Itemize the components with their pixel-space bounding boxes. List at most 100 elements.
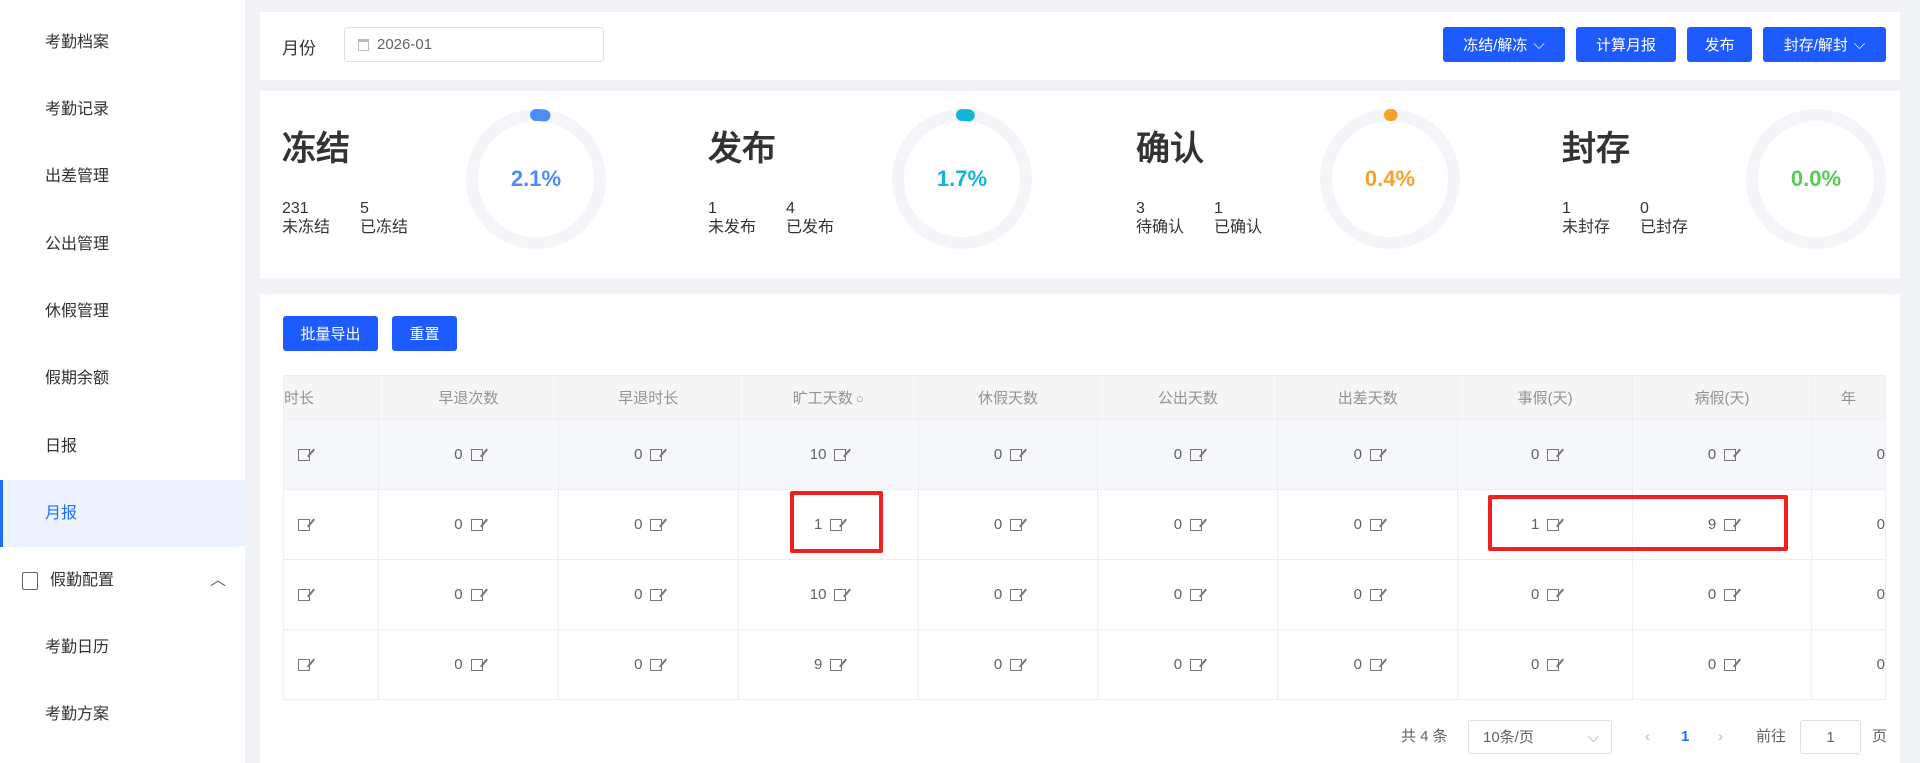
- edit-icon[interactable]: [1547, 659, 1560, 672]
- edit-icon[interactable]: [470, 589, 483, 602]
- sidebar-item[interactable]: 考勤日历: [0, 614, 245, 681]
- cell-value: 0: [993, 446, 1003, 463]
- edit-icon[interactable]: [1724, 519, 1737, 532]
- edit-icon[interactable]: [1547, 519, 1560, 532]
- sidebar-item[interactable]: 休假管理: [0, 278, 245, 345]
- edit-icon[interactable]: [298, 589, 310, 602]
- edit-icon[interactable]: [1010, 659, 1023, 672]
- table-cell: 0: [1632, 559, 1812, 630]
- table-cell: 9: [737, 629, 919, 700]
- label: 冻结/解冻: [1463, 37, 1528, 54]
- sidebar-item[interactable]: 月报: [0, 480, 245, 547]
- edit-icon[interactable]: [834, 589, 847, 602]
- month-picker[interactable]: 2026-01: [344, 27, 604, 62]
- edit-icon[interactable]: [1010, 589, 1023, 602]
- label: 封存/解封: [1783, 37, 1848, 54]
- edit-icon[interactable]: [1547, 589, 1560, 602]
- edit-icon[interactable]: [1547, 449, 1560, 462]
- edit-icon[interactable]: [1724, 659, 1737, 672]
- sidebar-item[interactable]: 考勤记录: [0, 76, 245, 143]
- table-row: 0 0 9 0 0 0 0 0 0: [283, 629, 1886, 700]
- freeze-dropdown-button[interactable]: 冻结/解冻 ⌵: [1443, 27, 1565, 62]
- table-cell: 0: [917, 419, 1099, 490]
- cell-value: 0: [1173, 586, 1183, 603]
- edit-icon[interactable]: [470, 519, 483, 532]
- edit-icon[interactable]: [1190, 449, 1203, 462]
- sidebar-item[interactable]: 考勤档案: [0, 9, 245, 76]
- column-header: 病假(天): [1632, 375, 1812, 420]
- edit-icon[interactable]: [1190, 519, 1203, 532]
- header-label: 早退时长: [618, 390, 679, 407]
- edit-icon[interactable]: [470, 659, 483, 672]
- page-size-select[interactable]: 10条/页 ⌵: [1468, 720, 1612, 754]
- sidebar-item[interactable]: 考勤方案: [0, 681, 245, 748]
- reset-button[interactable]: 重置: [392, 316, 457, 351]
- table-cell: 0: [1810, 419, 1886, 490]
- edit-icon[interactable]: [650, 519, 663, 532]
- edit-icon[interactable]: [834, 449, 847, 462]
- cell-value: 0: [454, 446, 463, 463]
- edit-icon[interactable]: [1369, 449, 1382, 462]
- next-page-icon[interactable]: ›: [1718, 720, 1723, 754]
- edit-icon[interactable]: [298, 449, 310, 462]
- progress-ring: 0.4%: [1315, 104, 1465, 254]
- stat-label: 未封存: [1562, 219, 1611, 236]
- table-cell: 0: [917, 629, 1099, 700]
- edit-icon[interactable]: [650, 589, 663, 602]
- search-icon[interactable]: ○: [856, 391, 864, 406]
- cell-value: 0: [634, 516, 643, 533]
- edit-icon[interactable]: [1190, 659, 1203, 672]
- sidebar-item[interactable]: 出差管理: [0, 143, 245, 210]
- table-cell: 0: [1810, 489, 1886, 560]
- edit-icon[interactable]: [470, 449, 483, 462]
- sidebar-group-leave-config[interactable]: 假勤配置 ︿: [0, 547, 245, 614]
- stat-percent: 2.1%: [510, 166, 562, 191]
- edit-icon[interactable]: [1369, 519, 1382, 532]
- edit-icon[interactable]: [830, 659, 843, 672]
- sidebar: 考勤档案 考勤记录 出差管理 公出管理 休假管理 假期余额 日报 月报 假勤配置 ︿ 考勤日历 考勤方…: [0, 0, 245, 763]
- calendar-icon: [358, 38, 369, 51]
- table-row: 0 0 10 0 0 0 0 0 0: [283, 419, 1886, 490]
- cell-value: 10: [809, 446, 827, 463]
- table-cell: 0: [377, 559, 559, 630]
- goto-label: 前往: [1756, 728, 1787, 745]
- edit-icon[interactable]: [1010, 519, 1023, 532]
- sidebar-item[interactable]: 日报: [0, 413, 245, 480]
- stat-title: 封存: [1562, 130, 1630, 168]
- batch-export-button[interactable]: 批量导出: [283, 316, 378, 351]
- column-header: 旷工天数 ○: [737, 375, 919, 420]
- edit-icon[interactable]: [830, 519, 843, 532]
- edit-icon[interactable]: [650, 449, 663, 462]
- prev-page-icon[interactable]: ‹: [1645, 720, 1650, 754]
- edit-icon[interactable]: [1724, 589, 1737, 602]
- table-cell: [283, 419, 379, 490]
- group-label: 假勤配置: [50, 572, 115, 589]
- progress-ring: 1.7%: [887, 104, 1037, 254]
- stat-label: 已确认: [1214, 219, 1263, 236]
- edit-icon[interactable]: [1369, 659, 1382, 672]
- edit-icon[interactable]: [1190, 589, 1203, 602]
- edit-icon[interactable]: [1369, 589, 1382, 602]
- edit-icon[interactable]: [650, 659, 663, 672]
- publish-button[interactable]: 发布: [1687, 27, 1752, 62]
- column-header: 事假(天): [1457, 375, 1634, 420]
- current-page[interactable]: 1: [1681, 720, 1689, 754]
- edit-icon[interactable]: [298, 659, 310, 672]
- cell-value: 0: [993, 516, 1003, 533]
- edit-icon[interactable]: [1010, 449, 1023, 462]
- sidebar-item[interactable]: 公出管理: [0, 211, 245, 278]
- calculate-monthly-button[interactable]: 计算月报: [1576, 27, 1676, 62]
- sidebar-item[interactable]: 假期余额: [0, 345, 245, 412]
- cell-value: 0: [1173, 446, 1183, 463]
- table-cell: 1: [737, 489, 919, 560]
- column-header: 时长: [283, 375, 379, 420]
- stat-percent: 0.0%: [1790, 166, 1842, 191]
- table-cell: 0: [917, 559, 1099, 630]
- edit-icon[interactable]: [298, 519, 310, 532]
- cell-value: 0: [1353, 586, 1362, 603]
- edit-icon[interactable]: [1724, 449, 1737, 462]
- stat-label: 已发布: [786, 219, 835, 236]
- archive-dropdown-button[interactable]: 封存/解封 ⌵: [1763, 27, 1886, 62]
- goto-page-input[interactable]: 1: [1800, 720, 1861, 754]
- table-cell: 0: [377, 629, 559, 700]
